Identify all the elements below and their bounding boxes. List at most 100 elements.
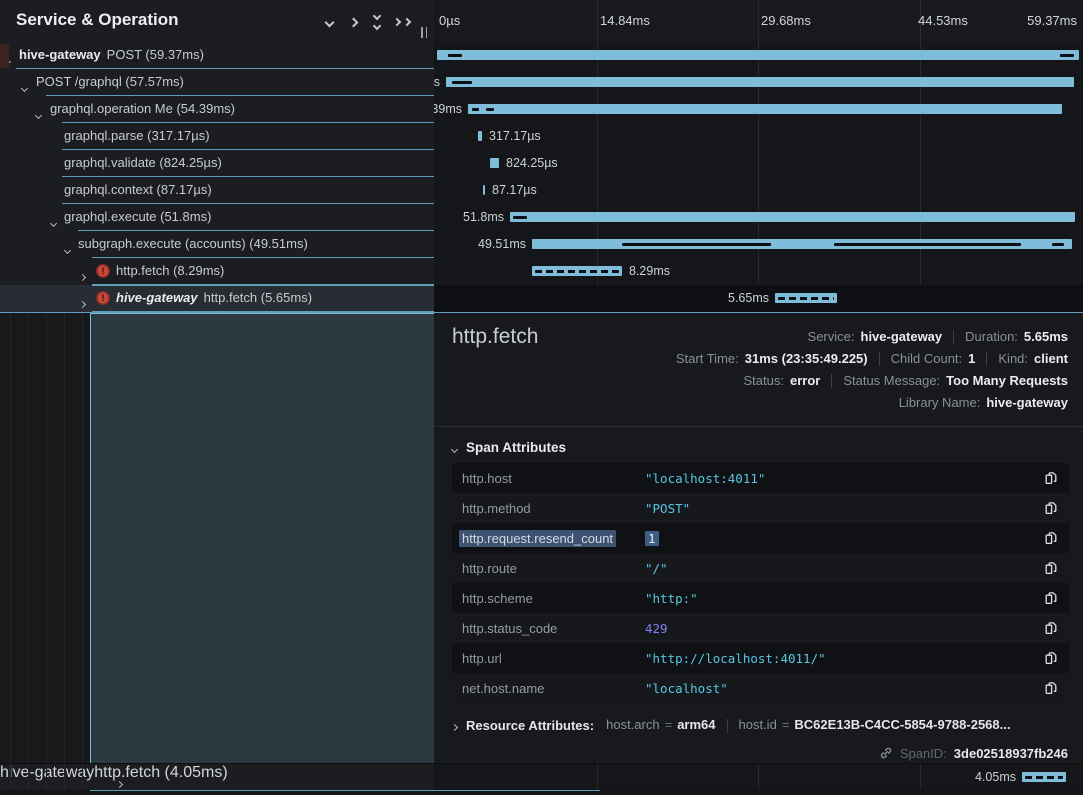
span-bar[interactable] <box>446 77 1074 87</box>
span-tree-row[interactable]: graphql.context (87.17µs) <box>0 177 434 204</box>
timeline-row[interactable]: 8.29ms <box>434 258 1083 285</box>
attribute-row: net.host.name"localhost" <box>452 673 1069 703</box>
tree-header-title: Service & Operation <box>16 10 179 30</box>
span-tree-row[interactable]: !http.fetch (8.29ms) <box>0 258 434 285</box>
span-bar[interactable] <box>437 50 1079 60</box>
copy-attribute-button[interactable] <box>1044 620 1060 636</box>
span-tree-row[interactable]: graphql.execute (51.8ms) <box>0 204 434 231</box>
resource-value: BC62E13B-C4CC-5854-9788-2568... <box>794 717 1010 732</box>
span-tree-row[interactable]: subgraph.execute (accounts) (49.51ms) <box>0 231 434 258</box>
span-service-name: hive-gateway <box>19 47 101 62</box>
copy-attribute-button[interactable] <box>1044 470 1060 486</box>
span-row-label: graphql.context (87.17µs) <box>64 182 212 197</box>
span-duration-label: 824.25µs <box>506 156 558 170</box>
span-tree-row[interactable]: graphql.operation Me (54.39ms) <box>0 96 434 123</box>
span-bar[interactable] <box>468 104 1062 114</box>
span-tree-row[interactable]: graphql.parse (317.17µs) <box>0 123 434 150</box>
resource-key: host.id <box>739 717 777 732</box>
resource-attributes-row[interactable]: Resource Attributes: host.arch=arm64host… <box>452 715 1010 735</box>
timeline-gridline <box>758 0 759 42</box>
span-tree-row[interactable]: graphql.validate (824.25µs) <box>0 150 434 177</box>
chevron-down-icon[interactable] <box>22 79 27 94</box>
span-bar[interactable] <box>775 293 837 303</box>
attribute-key: net.host.name <box>462 681 544 696</box>
timeline-row[interactable]: 317.17µs <box>434 123 1083 150</box>
attribute-value: "http://localhost:4011/" <box>645 651 826 666</box>
span-attributes-title: Span Attributes <box>466 440 566 455</box>
resource-equals: = <box>665 717 673 732</box>
child-span-marker <box>834 243 1021 246</box>
meta-label: Kind: <box>998 351 1028 366</box>
attribute-row: http.method"POST" <box>452 493 1069 523</box>
span-bar[interactable] <box>1022 772 1066 782</box>
timeline-row[interactable]: 824.25µs <box>434 150 1083 177</box>
timeline-tick-label: 0µs <box>439 13 460 28</box>
span-tree-row[interactable]: hive-gatewayPOST (59.37ms) <box>0 42 434 69</box>
span-bar[interactable] <box>510 212 1075 222</box>
meta-value: 31ms (23:35:49.225) <box>745 351 868 366</box>
meta-value: hive-gateway <box>986 395 1068 410</box>
resource-equals: = <box>782 717 790 732</box>
span-operation-name: graphql.parse (317.17µs) <box>64 128 210 143</box>
span-bar[interactable] <box>483 185 485 195</box>
attribute-row: http.scheme"http:" <box>452 583 1069 613</box>
attribute-value: "localhost:4011" <box>645 471 765 486</box>
timeline-row[interactable] <box>434 42 1083 69</box>
collapse-all-icon[interactable] <box>374 16 380 29</box>
indent-guide <box>64 313 65 763</box>
span-meta-line: Status:errorStatus Message:Too Many Requ… <box>744 371 1069 390</box>
span-row-label: subgraph.execute (accounts) (49.51ms) <box>78 236 308 251</box>
chevron-down-icon[interactable] <box>51 214 56 229</box>
meta-value: hive-gateway <box>861 329 943 344</box>
link-icon[interactable] <box>879 746 893 760</box>
span-attributes-header[interactable]: Span Attributes <box>452 440 566 455</box>
timeline-row[interactable]: 49.51ms <box>434 231 1083 258</box>
attribute-key: http.request.resend_count <box>459 530 616 547</box>
span-tree-row[interactable]: POST /graphql (57.57ms) <box>0 69 434 96</box>
indent-guide <box>28 764 29 790</box>
span-duration-label: 4.05ms <box>975 770 1016 784</box>
copy-attribute-button[interactable] <box>1044 560 1060 576</box>
span-bar[interactable] <box>490 158 499 168</box>
error-icon: ! <box>96 264 110 278</box>
attribute-key: http.scheme <box>462 591 533 606</box>
timeline-row[interactable]: 87.17µs <box>434 177 1083 204</box>
copy-attribute-button[interactable] <box>1044 500 1060 516</box>
timeline-row[interactable]: 54.39ms <box>434 96 1083 123</box>
timeline-row[interactable]: 5.65ms <box>434 285 1083 312</box>
child-span-marker <box>486 108 494 111</box>
attribute-row: http.host"localhost:4011" <box>452 463 1069 493</box>
chevron-right-icon[interactable] <box>117 774 122 792</box>
span-tree-row[interactable]: !hive-gatewayhttp.fetch (5.65ms) <box>0 285 434 312</box>
copy-attribute-button[interactable] <box>1044 680 1060 696</box>
indent-guide <box>10 764 11 790</box>
copy-attribute-button[interactable] <box>1044 650 1060 666</box>
indent-guide <box>46 764 47 790</box>
timeline-row[interactable]: 51.8ms <box>434 204 1083 231</box>
chevron-down-icon[interactable] <box>36 106 41 121</box>
panel-resize-handle[interactable] <box>421 27 429 38</box>
chevron-right-icon[interactable] <box>80 268 85 283</box>
span-bar[interactable] <box>532 266 622 276</box>
expand-one-icon[interactable] <box>350 13 357 31</box>
timeline-row[interactable]: 57.57ms <box>434 69 1083 96</box>
chevron-right-icon[interactable] <box>80 295 85 310</box>
timeline-tick-label: 14.84ms <box>600 13 650 28</box>
copy-attribute-button[interactable] <box>1044 530 1060 546</box>
meta-label: Child Count: <box>891 351 963 366</box>
span-bar[interactable] <box>478 131 482 141</box>
expand-all-icon[interactable] <box>397 16 410 29</box>
span-row-label: graphql.parse (317.17µs) <box>64 128 210 143</box>
timeline-gridline <box>758 764 759 790</box>
span-duration-label: 87.17µs <box>492 183 537 197</box>
span-service-name: hive-gateway <box>0 764 94 781</box>
chevron-down-icon[interactable] <box>65 241 70 256</box>
meta-divider <box>986 352 987 366</box>
meta-divider <box>879 352 880 366</box>
collapse-one-icon[interactable] <box>326 13 333 31</box>
child-span-marker <box>472 108 479 111</box>
span-tree-bottom-row[interactable]: hive-gatewayhttp.fetch (4.05ms) <box>0 763 434 790</box>
span-row-label: POST /graphql (57.57ms) <box>36 74 184 89</box>
copy-attribute-button[interactable] <box>1044 590 1060 606</box>
meta-value: 1 <box>968 351 975 366</box>
